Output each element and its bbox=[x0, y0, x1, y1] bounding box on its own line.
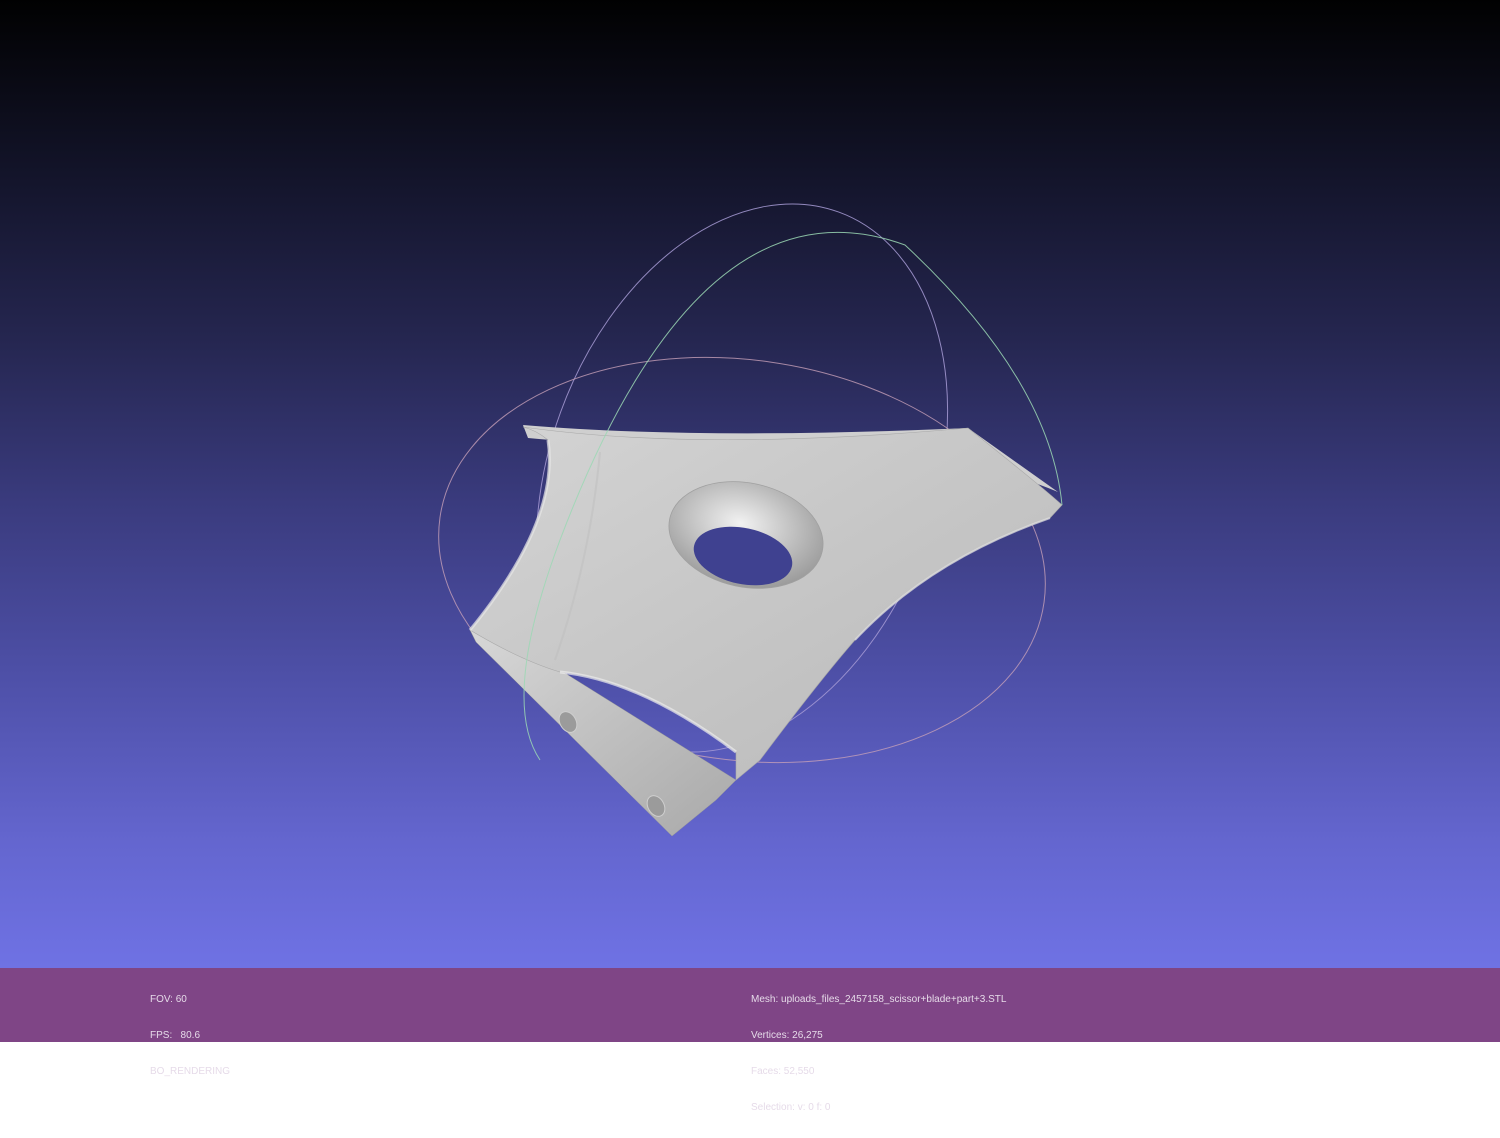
mesh-info: Mesh: uploads_files_2457158_scissor+blad… bbox=[751, 970, 1006, 1138]
fps-readout: FPS: 80.6 bbox=[150, 1030, 201, 1041]
face-count: Faces: 52,550 bbox=[751, 1066, 815, 1077]
mesh-top-face bbox=[469, 426, 1063, 781]
vertex-count: Vertices: 26,275 bbox=[751, 1030, 823, 1041]
selection-info: Selection: v: 0 f: 0 bbox=[751, 1102, 831, 1113]
rendering-mode: BO_RENDERING bbox=[150, 1066, 231, 1077]
3d-viewport[interactable] bbox=[0, 0, 1500, 968]
render-info: FOV: 60 FPS: 80.6 BO_RENDERING bbox=[150, 970, 230, 1102]
mesh-name: Mesh: uploads_files_2457158_scissor+blad… bbox=[751, 994, 1007, 1005]
status-bar: FOV: 60 FPS: 80.6 BO_RENDERING Mesh: upl… bbox=[0, 968, 1500, 1113]
fov-readout: FOV: 60 bbox=[150, 994, 187, 1005]
mesh-render[interactable] bbox=[0, 0, 1500, 968]
